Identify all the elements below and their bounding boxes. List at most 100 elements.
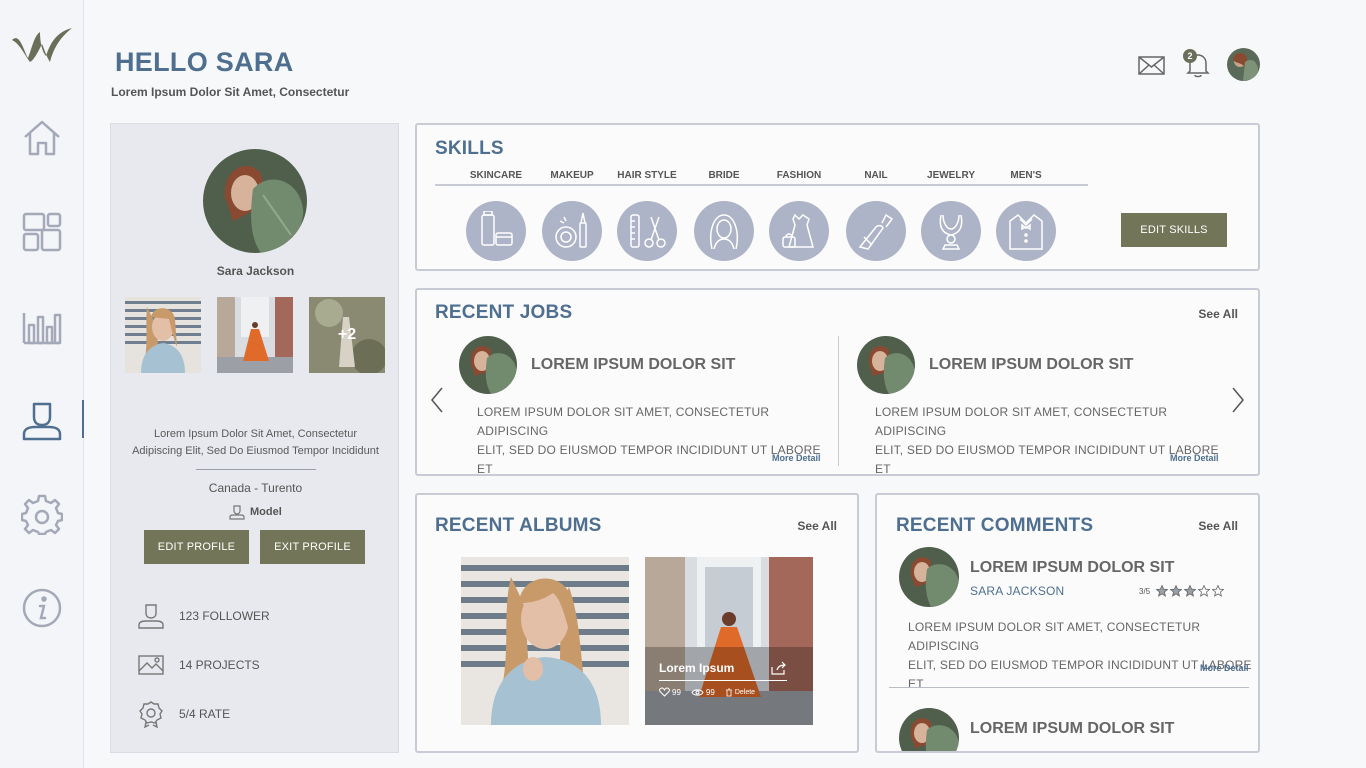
star-filled-icon xyxy=(1184,585,1197,597)
comments-see-all-link[interactable]: See All xyxy=(1198,519,1238,533)
bio-line: Lorem Ipsum Dolor Sit Amet, Consectetur xyxy=(154,428,357,440)
exit-profile-button[interactable]: EXIT PROFILE xyxy=(260,530,365,564)
recent-albums-card: RECENT ALBUMS See All Lorem Ipsum 99 99 … xyxy=(415,493,859,753)
skill-label: MAKEUP xyxy=(550,170,594,181)
share-icon[interactable] xyxy=(771,661,787,675)
album-title: Lorem Ipsum xyxy=(659,661,735,675)
edit-profile-button[interactable]: EDIT PROFILE xyxy=(144,530,249,564)
stat-label: 5/4 RATE xyxy=(179,707,231,721)
info-icon xyxy=(22,588,62,628)
album-divider xyxy=(659,680,787,681)
profile-avatar xyxy=(203,149,307,253)
skill-hairstyle[interactable] xyxy=(617,201,677,261)
skill-label: NAIL xyxy=(864,170,888,181)
nav-dashboard[interactable] xyxy=(18,208,66,256)
bride-icon xyxy=(710,214,738,250)
profile-icon xyxy=(22,402,62,441)
stat-rate: 5/4 RATE xyxy=(137,700,230,728)
brand-logo xyxy=(12,28,72,62)
skills-title: SKILLS xyxy=(435,138,504,159)
album-cover[interactable] xyxy=(461,557,629,725)
photo-thumb-2[interactable] xyxy=(217,297,293,373)
recent-comments-card: RECENT COMMENTS See All LOREM IPSUM DOLO… xyxy=(875,493,1260,753)
more-photos-count: +2 xyxy=(337,326,357,343)
user-avatar[interactable] xyxy=(1227,48,1260,81)
profile-bio: Lorem Ipsum Dolor Sit Amet, Consectetur … xyxy=(121,426,390,460)
likes-count: 99 xyxy=(672,687,681,697)
skill-fashion[interactable] xyxy=(769,201,829,261)
album-stats: 99 99 Delete xyxy=(659,687,799,697)
dashboard-page: HELLO SARA Lorem Ipsum Dolor Sit Amet, C… xyxy=(0,0,1366,768)
heart-icon xyxy=(659,687,670,697)
divider xyxy=(196,469,316,470)
stat-followers: 123 FOLLOWER xyxy=(137,602,270,630)
photo-thumb-1[interactable] xyxy=(125,297,201,373)
nav-info[interactable] xyxy=(18,584,66,632)
job-avatar xyxy=(857,336,915,394)
comment-avatar xyxy=(899,708,959,751)
more-detail-link[interactable]: More Detail xyxy=(772,453,821,463)
more-detail-link[interactable]: More Detail xyxy=(1170,453,1219,463)
skill-jewelry[interactable] xyxy=(921,201,981,261)
comments-divider xyxy=(889,687,1249,688)
sidebar xyxy=(0,0,84,768)
delete-action[interactable]: Delete xyxy=(725,688,755,697)
jobs-see-all-link[interactable]: See All xyxy=(1198,307,1238,321)
recent-comments-title: RECENT COMMENTS xyxy=(896,515,1094,536)
scissors-comb-icon xyxy=(630,214,666,248)
skill-label: FASHION xyxy=(776,170,822,181)
more-detail-link[interactable]: More Detail xyxy=(1200,663,1249,673)
skill-nail[interactable] xyxy=(846,201,906,261)
comment-title: LOREM IPSUM DOLOR SIT xyxy=(970,720,1175,737)
skill-makeup[interactable] xyxy=(542,201,602,261)
likes-stat[interactable]: 99 xyxy=(659,687,681,697)
trash-icon xyxy=(725,688,732,696)
job-description: LOREM IPSUM DOLOR SIT AMET, CONSECTETUR … xyxy=(477,403,827,479)
recent-jobs-title: RECENT JOBS xyxy=(435,302,573,323)
job-text-line: LOREM IPSUM DOLOR SIT AMET, CONSECTETUR … xyxy=(875,405,1168,438)
album-cover-featured[interactable]: Lorem Ipsum 99 99 Delete xyxy=(645,557,813,725)
nail-icon xyxy=(858,213,894,250)
album-overlay: Lorem Ipsum 99 99 Delete xyxy=(659,661,799,697)
photo-thumb-more[interactable]: +2 xyxy=(309,297,385,373)
comment-rating: 3/5 xyxy=(1139,585,1225,597)
views-count: 99 xyxy=(705,687,715,697)
profile-panel: Sara Jackson +2 Lorem Ipsum Dolor Sit Am… xyxy=(110,123,399,753)
nav-profile[interactable] xyxy=(18,396,84,444)
chevron-left-icon[interactable] xyxy=(427,386,447,414)
role-label: Model xyxy=(250,506,282,518)
recent-albums-title: RECENT ALBUMS xyxy=(435,515,602,536)
comment-text-line: ELIT, SED DO EIUSMOD TEMPOR INCIDIDUNT U… xyxy=(908,658,1252,691)
albums-see-all-link[interactable]: See All xyxy=(797,519,837,533)
jobs-separator xyxy=(838,336,839,466)
profile-location: Canada - Turento xyxy=(208,481,303,495)
stat-label: 123 FOLLOWER xyxy=(179,609,270,623)
skill-label: MEN'S xyxy=(1010,170,1042,181)
comment-text: LOREM IPSUM DOLOR SIT AMET, CONSECTETUR … xyxy=(908,618,1253,694)
job-item[interactable]: LOREM IPSUM DOLOR SIT LOREM IPSUM DOLOR … xyxy=(459,336,839,476)
skill-bride[interactable] xyxy=(694,201,754,261)
comment-avatar xyxy=(899,547,959,607)
skill-mens[interactable] xyxy=(996,201,1056,261)
skills-card: SKILLS SKINCARE MAKEUP HAIR STYLE BRIDE … xyxy=(415,123,1260,271)
makeup-icon xyxy=(555,212,587,248)
settings-icon xyxy=(21,494,63,535)
user-icon xyxy=(229,505,245,520)
nav-analytics[interactable] xyxy=(18,302,66,350)
job-item[interactable]: LOREM IPSUM DOLOR SIT LOREM IPSUM DOLOR … xyxy=(857,336,1237,476)
views-stat: 99 xyxy=(691,688,715,697)
nav-settings[interactable] xyxy=(18,490,66,538)
comment-author[interactable]: SARA JACKSON xyxy=(970,584,1064,598)
profile-role: Model xyxy=(229,504,282,520)
skill-skincare[interactable] xyxy=(466,201,526,261)
edit-skills-button[interactable]: EDIT SKILLS xyxy=(1121,213,1227,247)
follower-icon xyxy=(138,604,164,629)
skill-label: JEWELRY xyxy=(927,170,975,181)
mail-icon[interactable] xyxy=(1138,54,1166,76)
nav-home[interactable] xyxy=(18,114,66,162)
home-icon xyxy=(24,120,60,156)
dress-icon xyxy=(782,213,814,248)
star-empty-icon xyxy=(1212,585,1225,597)
analytics-icon xyxy=(22,313,62,345)
skill-label: SKINCARE xyxy=(469,170,523,181)
